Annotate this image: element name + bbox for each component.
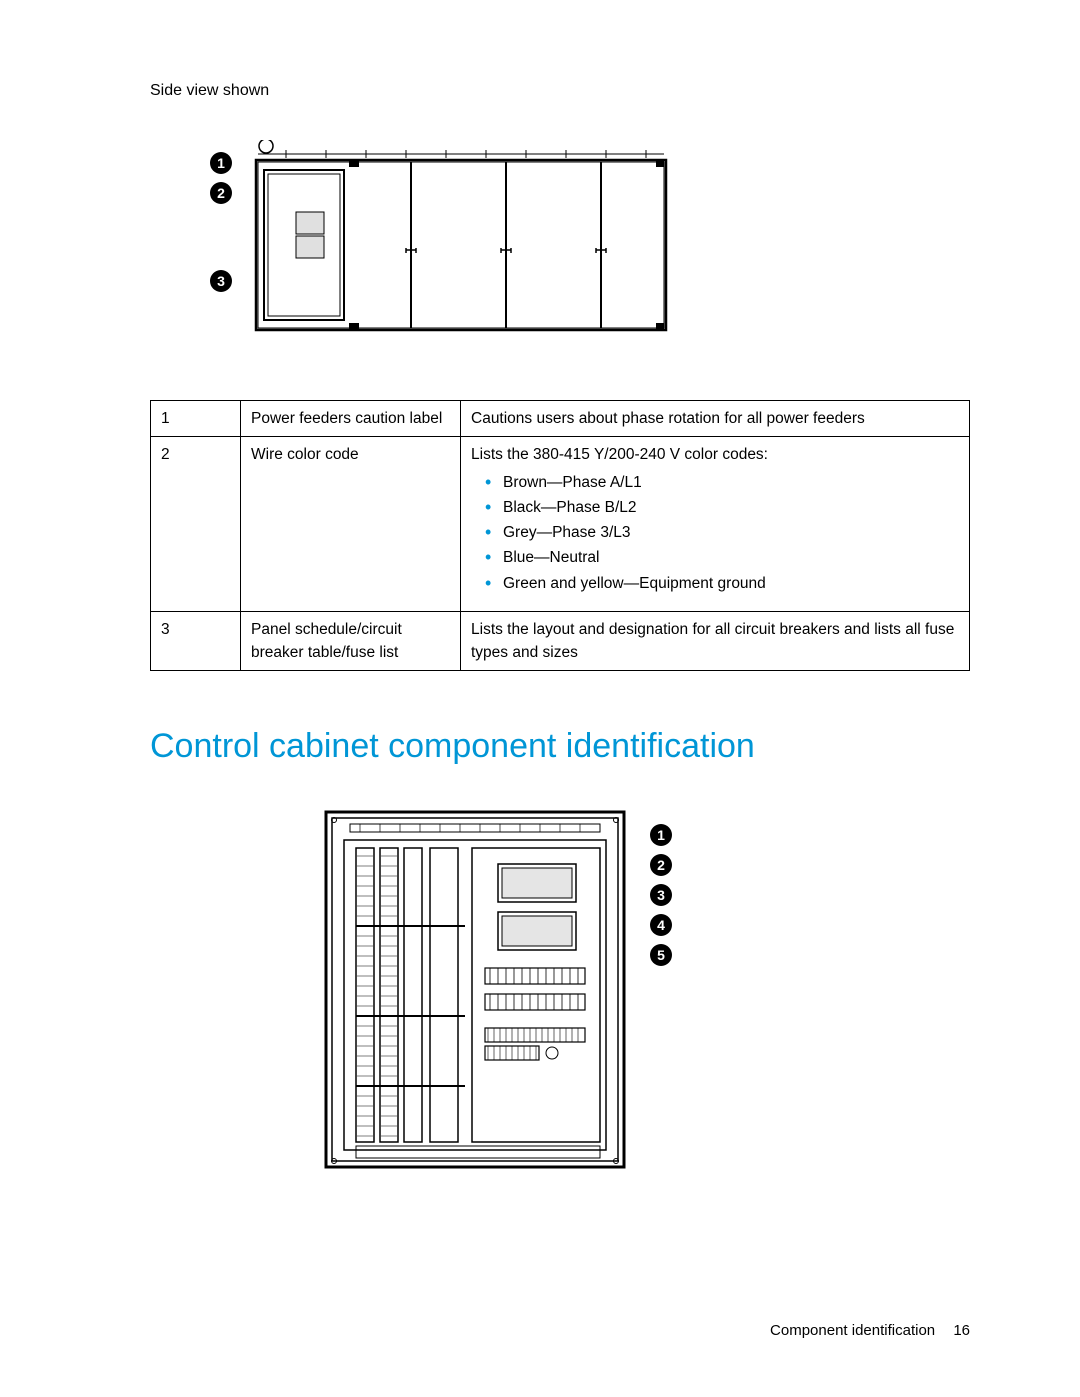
bullet-item: Green and yellow—Equipment ground xyxy=(485,572,959,595)
cell-name: Wire color code xyxy=(241,437,461,612)
component-table: 1 Power feeders caution label Cautions u… xyxy=(150,400,970,671)
bullet-item: Brown—Phase A/L1 xyxy=(485,471,959,494)
bullet-item: Grey—Phase 3/L3 xyxy=(485,521,959,544)
callout-badge: 3 xyxy=(650,884,672,906)
side-view-diagram xyxy=(246,140,676,340)
cell-num: 2 xyxy=(151,437,241,612)
control-cabinet-figure: 1 2 3 4 5 xyxy=(320,806,800,1186)
cell-num: 3 xyxy=(151,611,241,671)
cell-desc: Cautions users about phase rotation for … xyxy=(461,401,970,437)
cell-desc: Lists the layout and designation for all… xyxy=(461,611,970,671)
cell-desc: Lists the 380-415 Y/200-240 V color code… xyxy=(461,437,970,612)
callout-badge: 5 xyxy=(650,944,672,966)
callout-badge: 3 xyxy=(210,270,232,292)
cell-name: Panel schedule/circuit breaker table/fus… xyxy=(241,611,461,671)
table-row: 3 Panel schedule/circuit breaker table/f… xyxy=(151,611,970,671)
section-heading: Control cabinet component identification xyxy=(150,727,970,766)
page-number: 16 xyxy=(953,1322,970,1339)
footer-section: Component identification xyxy=(770,1322,935,1339)
bullet-item: Blue—Neutral xyxy=(485,546,959,569)
cabinet-diagram xyxy=(320,806,630,1176)
bullet-item: Black—Phase B/L2 xyxy=(485,496,959,519)
figure-caption: Side view shown xyxy=(150,82,970,100)
table-row: 1 Power feeders caution label Cautions u… xyxy=(151,401,970,437)
cell-num: 1 xyxy=(151,401,241,437)
callout-badge: 2 xyxy=(650,854,672,876)
side-view-figure: 1 2 3 xyxy=(210,140,810,350)
table-row: 2 Wire color code Lists the 380-415 Y/20… xyxy=(151,437,970,612)
callout-badge: 1 xyxy=(650,824,672,846)
callout-badge: 4 xyxy=(650,914,672,936)
callout-badge: 2 xyxy=(210,182,232,204)
desc-intro: Lists the 380-415 Y/200-240 V color code… xyxy=(471,443,959,466)
callout-badge: 1 xyxy=(210,152,232,174)
cell-name: Power feeders caution label xyxy=(241,401,461,437)
page-footer: Component identification 16 xyxy=(770,1322,970,1339)
